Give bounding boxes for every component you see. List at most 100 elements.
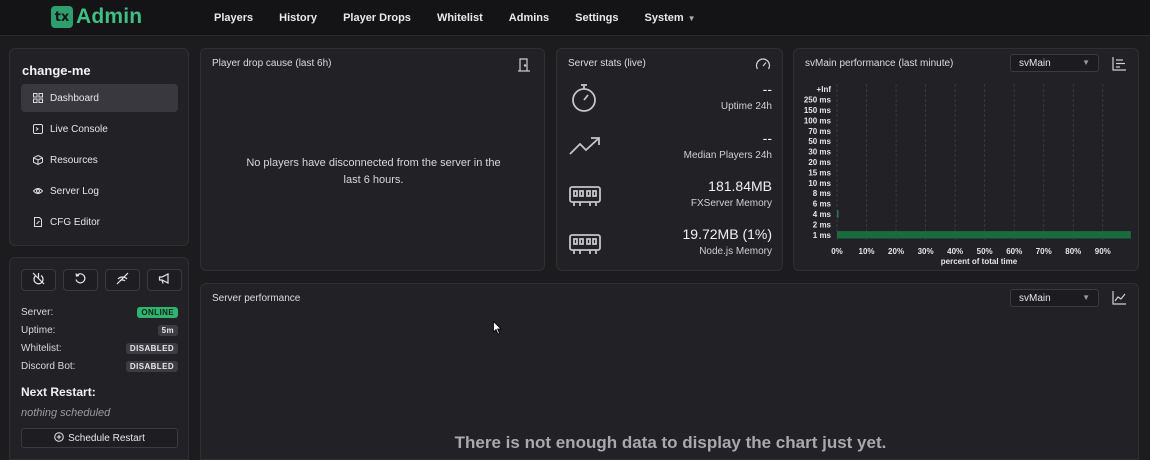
stat-uptime: -- Uptime 24h xyxy=(569,81,772,121)
memory-icon xyxy=(569,180,601,210)
card-title: svMain performance (last minute) xyxy=(805,58,954,69)
stop-server-button[interactable] xyxy=(21,269,56,291)
y-tick-label: 20 ms xyxy=(808,158,831,167)
status-row-discord-bot: Discord Bot: DISABLED xyxy=(21,357,178,375)
nav-history[interactable]: History xyxy=(266,0,330,36)
x-tick-label: 10% xyxy=(859,247,875,256)
sidebar-item-cfg-editor[interactable]: CFG Editor xyxy=(21,208,178,236)
x-axis-label: percent of total time xyxy=(941,257,1018,266)
y-tick-label: 100 ms xyxy=(804,116,832,125)
sidebar-item-label: Server Log xyxy=(50,185,99,197)
mouse-cursor-icon xyxy=(493,321,502,335)
y-tick-label: 250 ms xyxy=(804,96,832,105)
stat-value: 19.72MB (1%) xyxy=(682,226,772,242)
x-tick-label: 20% xyxy=(888,247,904,256)
y-tick-label: 50 ms xyxy=(808,137,831,146)
dashboard-icon xyxy=(33,93,43,103)
sidebar-item-resources[interactable]: Resources xyxy=(21,146,178,174)
server-perf-empty-message: There is not enough data to display the … xyxy=(454,433,887,452)
console-icon xyxy=(33,124,43,134)
sidebar-item-server-log[interactable]: Server Log xyxy=(21,177,178,205)
bar-chart-icon[interactable] xyxy=(1111,56,1127,72)
top-navbar: tx Admin Players History Player Drops Wh… xyxy=(0,0,1150,36)
kick-all-button[interactable] xyxy=(105,269,140,291)
thread-select[interactable]: svMain ▼ xyxy=(1010,54,1099,72)
server-perf-thread-select[interactable]: svMain ▼ xyxy=(1010,289,1099,307)
sidebar-item-live-console[interactable]: Live Console xyxy=(21,115,178,143)
logo-text: Admin xyxy=(76,5,143,28)
discord-bot-badge: DISABLED xyxy=(125,360,178,372)
x-tick-label: 50% xyxy=(977,247,993,256)
announcement-button[interactable] xyxy=(147,269,182,291)
nav-players[interactable]: Players xyxy=(201,0,266,36)
nav-admins[interactable]: Admins xyxy=(496,0,562,36)
x-tick-label: 90% xyxy=(1095,247,1111,256)
perf-histogram-chart: +Inf 250 ms150 ms100 ms 70 ms50 ms 30 ms20 … xyxy=(804,84,1131,266)
server-controls xyxy=(21,269,182,291)
y-tick-label: 15 ms xyxy=(808,168,831,177)
stat-median-players: -- Median Players 24h xyxy=(569,130,772,170)
status-row-server: Server: ONLINE xyxy=(21,303,178,321)
server-sidebar: change-me Dashboard Live Console Resourc… xyxy=(9,48,189,246)
sidebar-item-dashboard[interactable]: Dashboard xyxy=(21,84,178,112)
trending-up-icon xyxy=(569,132,601,162)
card-title: Server stats (live) xyxy=(568,58,646,69)
y-tick-label: 2 ms xyxy=(813,220,832,229)
restart-icon xyxy=(74,272,87,288)
server-performance-card: Server performance svMain ▼ There is not… xyxy=(200,283,1139,460)
y-tick-label: 6 ms xyxy=(813,200,832,209)
y-tick-label: 150 ms xyxy=(804,106,832,115)
y-tick-label: 10 ms xyxy=(808,179,831,188)
y-tick-label: 4 ms xyxy=(813,210,832,219)
stat-label: Uptime 24h xyxy=(720,101,772,112)
stat-label: Median Players 24h xyxy=(683,150,772,161)
plus-circle-icon xyxy=(54,431,64,445)
card-title: Server performance xyxy=(212,293,301,304)
power-off-icon xyxy=(32,272,45,288)
status-row-whitelist: Whitelist: DISABLED xyxy=(21,339,178,357)
schedule-restart-button[interactable]: Schedule Restart xyxy=(21,428,178,448)
eye-icon xyxy=(33,186,43,196)
y-tick-label: 8 ms xyxy=(813,189,832,198)
histogram-bar xyxy=(837,210,839,218)
nav-whitelist[interactable]: Whitelist xyxy=(424,0,496,36)
stat-value: -- xyxy=(762,81,772,97)
x-tick-label: 80% xyxy=(1065,247,1081,256)
status-row-uptime: Uptime: 5m xyxy=(21,321,178,339)
stat-label: Node.js Memory xyxy=(699,246,772,257)
x-tick-label: 40% xyxy=(947,247,963,256)
x-tick-label: 0% xyxy=(831,247,843,256)
memory-icon xyxy=(569,228,601,258)
sidebar-item-label: Resources xyxy=(50,154,98,166)
uptime-badge: 5m xyxy=(157,324,178,336)
restart-server-button[interactable] xyxy=(63,269,98,291)
stat-fxserver-memory: 181.84MB FXServer Memory xyxy=(569,178,772,218)
brand-logo[interactable]: tx Admin xyxy=(51,5,142,29)
server-status-card: Server: ONLINE Uptime: 5m Whitelist: DIS… xyxy=(9,257,189,460)
next-restart-value: nothing scheduled xyxy=(21,407,111,419)
megaphone-icon xyxy=(158,272,171,288)
nav-player-drops[interactable]: Player Drops xyxy=(330,0,424,36)
y-tick-label: +Inf xyxy=(817,85,832,94)
nav-settings[interactable]: Settings xyxy=(562,0,631,36)
signal-off-icon xyxy=(116,272,129,288)
server-name: change-me xyxy=(22,63,91,78)
histogram-bar xyxy=(837,231,1131,239)
server-menu: Dashboard Live Console Resources Server … xyxy=(21,84,178,239)
next-restart-title: Next Restart: xyxy=(21,385,96,399)
stat-value: 181.84MB xyxy=(708,178,772,194)
chevron-down-icon: ▼ xyxy=(687,13,696,23)
server-stats-card: Server stats (live) -- Uptime 24h -- Med… xyxy=(556,48,783,271)
y-tick-label: 30 ms xyxy=(808,148,831,157)
server-status-list: Server: ONLINE Uptime: 5m Whitelist: DIS… xyxy=(21,303,178,375)
sidebar-item-label: Dashboard xyxy=(50,92,99,104)
x-tick-label: 30% xyxy=(918,247,934,256)
chevron-down-icon: ▼ xyxy=(1082,58,1090,67)
x-tick-label: 70% xyxy=(1036,247,1052,256)
card-title: Player drop cause (last 6h) xyxy=(212,58,332,69)
line-chart-icon[interactable] xyxy=(1111,290,1127,306)
x-tick-label: 60% xyxy=(1006,247,1022,256)
chevron-down-icon: ▼ xyxy=(1082,293,1090,302)
nav-system[interactable]: System ▼ xyxy=(632,0,709,36)
player-drop-cause-card: Player drop cause (last 6h) No players h… xyxy=(200,48,545,271)
